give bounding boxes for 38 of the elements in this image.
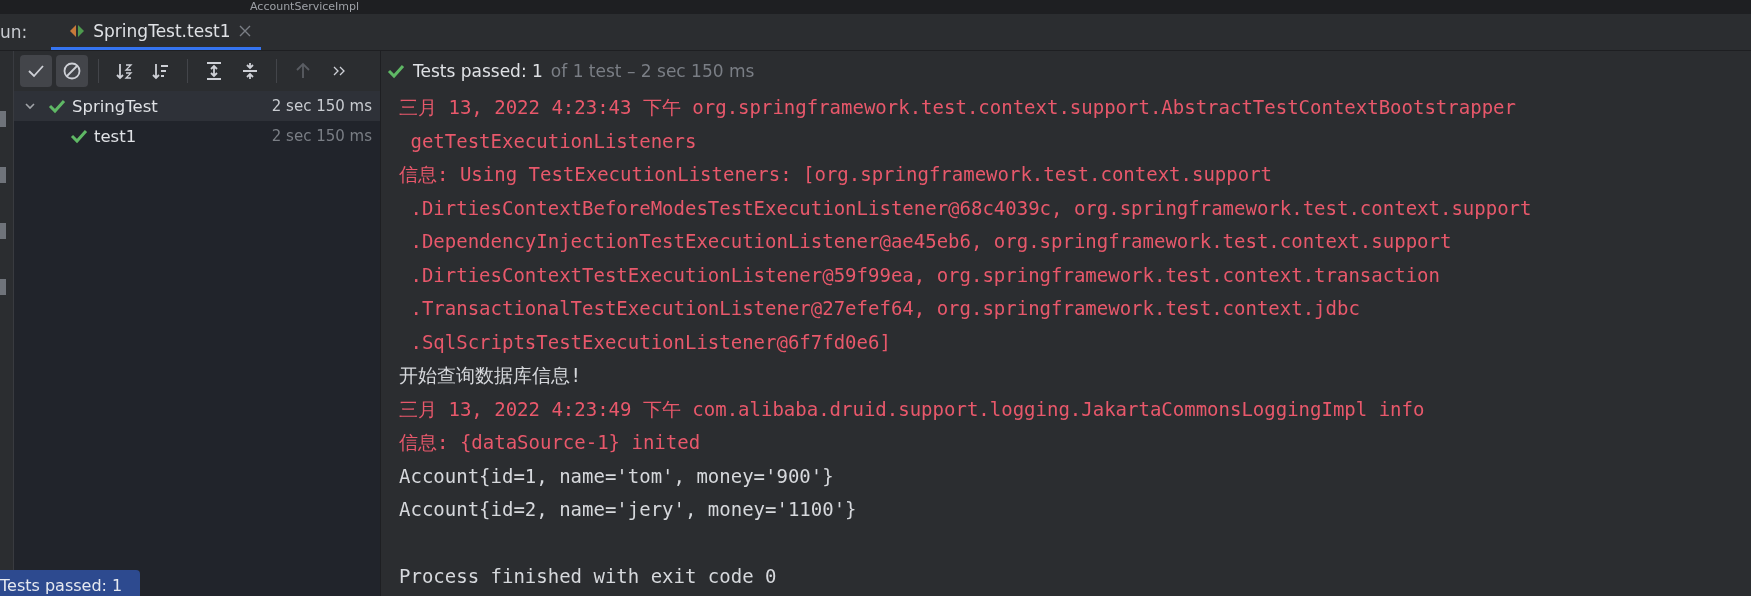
- console-line: 信息: {dataSource-1} inited: [399, 430, 702, 455]
- console-line: .DirtiesContextTestExecutionListener@59f99ea, org.springframework.test.context.transaction: [409, 262, 1441, 288]
- console-line: 三月 13, 2022 4:23:49 下午 com.alibaba.druid.support.logging.JakartaCommonsLoggingImpl info: [399, 396, 1426, 422]
- console-line: 三月 13, 2022 4:23:43 下午 org.springframework.test.context.support.AbstractTestContextBootstrapper: [399, 95, 1517, 120]
- console-line: .DirtiesContextBeforeModesTestExecutionListener@68c4039c, org.springframework.test.context.support: [409, 195, 1533, 221]
- status-text: Tests passed: 1: [413, 61, 543, 81]
- tree-row[interactable]: test1 2 sec 150 ms: [14, 121, 380, 151]
- test-name: SpringTest: [72, 96, 159, 116]
- console-line: 开始查询数据库信息!: [399, 363, 583, 388]
- collapse-icon: [240, 61, 260, 81]
- console-line: Account{id=2, name='jery', money='1100'}: [399, 497, 858, 522]
- console-line: .SqlScriptsTestExecutionListener@6f7fd0e6]: [409, 329, 892, 355]
- test-duration: 2 sec 150 ms: [271, 97, 372, 115]
- check-icon: [387, 63, 405, 79]
- console-line: getTestExecutionListeners: [409, 128, 698, 154]
- tree-row[interactable]: SpringTest 2 sec 150 ms: [14, 91, 380, 121]
- console-line: .TransactionalTestExecutionListener@27efef64, org.springframework.test.context.jdbc: [409, 296, 1361, 321]
- run-label: un:: [0, 21, 28, 44]
- test-name: test1: [94, 126, 138, 146]
- notification-popup[interactable]: Tests passed: 1: [0, 570, 140, 596]
- console-line: 信息: Using TestExecutionListeners: [org.springframework.test.context.support: [399, 162, 1274, 187]
- check-button[interactable]: [20, 55, 52, 87]
- run-config-icon: [69, 23, 86, 38]
- sort-icon: [151, 61, 171, 81]
- console-line: Account{id=1, name='tom', money='900'}: [399, 463, 835, 489]
- test-duration: 2 sec 150 ms: [271, 127, 372, 145]
- stop-button[interactable]: [56, 55, 88, 87]
- status-detail: of 1 test – 2 sec 150 ms: [550, 61, 755, 81]
- console-line: .DependencyInjectionTestExecutionListener@ae45eb6, org.springframework.test.context.support: [409, 229, 1453, 254]
- editor-tab[interactable]: AccountServiceImpl: [250, 0, 360, 14]
- expand-icon: [204, 61, 224, 81]
- close-icon[interactable]: [238, 24, 251, 37]
- cancel-icon: [62, 61, 82, 81]
- chevron-down-icon[interactable]: [24, 100, 36, 112]
- console-line: Process finished with exit code 0: [399, 564, 778, 589]
- check-icon: [70, 128, 88, 144]
- sort-icon: [115, 61, 135, 81]
- check-icon: [48, 98, 66, 114]
